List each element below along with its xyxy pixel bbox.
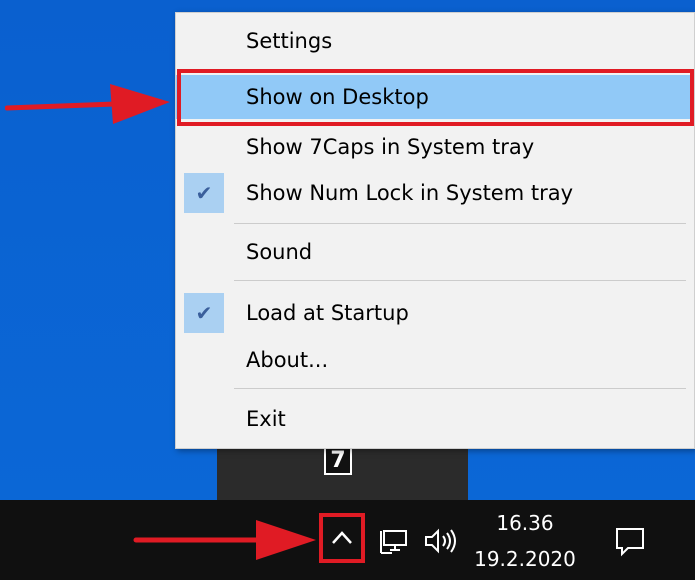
menu-item-label: About... (246, 348, 329, 372)
menu-item-show-7caps-in-tray[interactable]: Show 7Caps in System tray (176, 125, 694, 169)
menu-item-sound[interactable]: Sound (176, 230, 694, 274)
annotation-arrow-icon (133, 520, 316, 560)
menu-separator (234, 280, 686, 281)
menu-item-label: Load at Startup (246, 301, 409, 325)
show-hidden-icons-button[interactable] (319, 513, 365, 563)
menu-item-label: Show 7Caps in System tray (246, 135, 535, 159)
menu-item-settings[interactable]: Settings (176, 19, 694, 63)
checkmark-icon: ✔ (184, 173, 224, 213)
menu-item-show-num-lock-in-tray[interactable]: ✔ Show Num Lock in System tray (176, 171, 694, 215)
7caps-tray-icon[interactable]: 7 (324, 447, 352, 475)
menu-item-about[interactable]: About... (176, 338, 694, 382)
menu-item-label: Exit (246, 407, 286, 431)
chevron-up-icon (332, 531, 352, 544)
menu-item-label: Show Num Lock in System tray (246, 181, 574, 205)
menu-item-load-at-startup[interactable]: ✔ Load at Startup (176, 291, 694, 335)
clock-date: 19.2.2020 (474, 547, 576, 571)
taskbar-clock[interactable]: 16.36 19.2.2020 (470, 508, 580, 574)
network-icon[interactable] (378, 528, 410, 556)
menu-item-exit[interactable]: Exit (176, 397, 694, 441)
annotation-highlight-box (177, 69, 694, 126)
menu-item-label: Sound (246, 240, 313, 264)
menu-separator (234, 223, 686, 224)
annotation-arrow-icon (5, 84, 170, 124)
menu-separator (234, 388, 686, 389)
action-center-icon[interactable] (614, 526, 646, 558)
checkmark-icon: ✔ (184, 293, 224, 333)
clock-time: 16.36 (496, 511, 554, 535)
volume-icon[interactable] (424, 528, 460, 554)
menu-item-label: Settings (246, 29, 333, 53)
